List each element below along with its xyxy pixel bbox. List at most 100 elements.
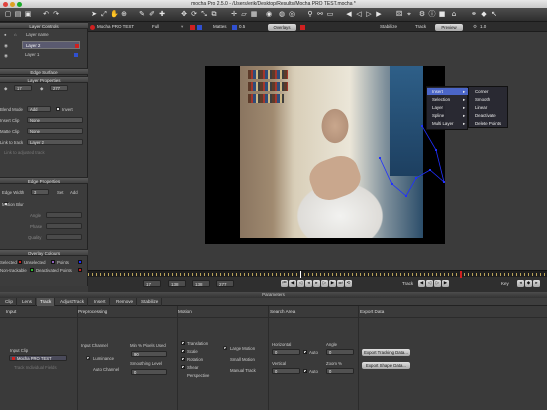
fps-value[interactable]: 1.0: [480, 23, 486, 31]
out-point-field[interactable]: 277: [50, 85, 68, 91]
prev-frame-icon[interactable]: ◁: [297, 280, 304, 287]
menu-item-multi-layer[interactable]: Multi Layer: [432, 121, 453, 126]
add-edge-button[interactable]: Add: [70, 190, 78, 195]
link-track-icon[interactable]: ⚭: [470, 10, 478, 19]
link-icon[interactable]: ⚲: [306, 10, 314, 19]
zoom-window-button[interactable]: [17, 1, 22, 7]
shear-checkbox[interactable]: ✕: [181, 365, 185, 370]
track-forward-frame-button[interactable]: ▷: [434, 280, 441, 287]
open-project-icon[interactable]: ▤: [14, 10, 22, 19]
mattes-toggle[interactable]: Mattes: [213, 23, 227, 31]
select-tool-icon[interactable]: ➤: [90, 10, 98, 19]
show-layer-icon[interactable]: ◉: [265, 10, 273, 19]
min-pixels-field[interactable]: 90: [131, 351, 167, 357]
tab-insert[interactable]: Insert: [91, 298, 110, 306]
overlay-toggle-icon[interactable]: ◍: [278, 10, 286, 19]
large-motion-radio[interactable]: [223, 346, 227, 350]
track-forward-button[interactable]: ▶: [442, 280, 449, 287]
menu-item-selection[interactable]: Selection: [432, 97, 450, 102]
track-backward-button[interactable]: ◀: [418, 280, 425, 287]
info-icon[interactable]: ⓘ: [428, 10, 436, 19]
submenu-item-smooth[interactable]: Smooth: [475, 97, 490, 102]
horizontal-field[interactable]: 0: [272, 349, 300, 355]
export-shape-data-button[interactable]: Export Shape Data...: [362, 362, 410, 369]
loop-icon[interactable]: ⟲: [345, 280, 352, 287]
smoothing-level-field[interactable]: 0: [131, 369, 167, 375]
eye-icon[interactable]: ◉: [4, 53, 8, 59]
scale-tool-icon[interactable]: ⤡: [200, 10, 208, 19]
blend-mode-select[interactable]: Add: [27, 106, 51, 112]
quality-field[interactable]: [46, 234, 82, 240]
add-keyframe-button[interactable]: ◆: [525, 280, 532, 287]
zoom-param-field[interactable]: 0: [326, 368, 354, 374]
menu-item-spline[interactable]: Spline: [432, 113, 444, 118]
tab-remove[interactable]: Remove: [113, 298, 138, 306]
playhead[interactable]: [300, 271, 301, 278]
submenu-item-deactivate[interactable]: Deactivate: [475, 113, 496, 118]
timeline-track[interactable]: [88, 270, 547, 278]
matte-clip-select[interactable]: None: [27, 128, 83, 134]
tab-stabilize[interactable]: Stabilize: [138, 298, 163, 306]
next-keyframe-button[interactable]: ▸: [533, 280, 540, 287]
submenu-item-linear[interactable]: Linear: [475, 105, 487, 110]
in-point-icon[interactable]: ◆: [4, 86, 7, 92]
unlink-icon[interactable]: ⚯: [316, 10, 324, 19]
move-tool-icon[interactable]: ✛: [230, 10, 238, 19]
close-window-button[interactable]: [3, 1, 8, 7]
overlay-colours-header[interactable]: Overlay Colours: [0, 249, 88, 256]
stabilize-view-toggle[interactable]: Stabilize: [380, 23, 397, 31]
clip-selector[interactable]: Mocha PRO TEST: [97, 23, 134, 31]
track-back-frame-button[interactable]: ◁: [426, 280, 433, 287]
timeline-current-field[interactable]: 138: [192, 280, 210, 287]
layer-row[interactable]: Layer 1: [22, 51, 80, 59]
scope-icon[interactable]: ⌖: [405, 10, 413, 19]
edge-width-field[interactable]: 3: [31, 189, 49, 195]
camera-icon[interactable]: ▭: [326, 10, 334, 19]
translation-checkbox[interactable]: ✕: [181, 341, 185, 346]
stabilize-icon[interactable]: ⚄: [395, 10, 403, 19]
matte-color-icon[interactable]: [232, 24, 237, 30]
out-marker[interactable]: [460, 271, 462, 278]
points-color-swatch[interactable]: [78, 260, 82, 264]
redo-icon[interactable]: ↷: [52, 10, 60, 19]
timeline-end-field[interactable]: 277: [216, 280, 234, 287]
layer-color-icon[interactable]: [74, 53, 78, 57]
menu-item-layer[interactable]: Layer: [432, 105, 443, 110]
set-edge-button[interactable]: Set: [57, 190, 63, 195]
next-frame-icon[interactable]: ▷: [321, 280, 328, 287]
angle-field[interactable]: [46, 212, 82, 218]
tab-lens[interactable]: Lens: [19, 298, 36, 306]
color-swatch-icon[interactable]: ■: [438, 10, 446, 19]
nontrackable-color-swatch[interactable]: [30, 268, 34, 272]
transform-tool-icon[interactable]: ✥: [180, 10, 188, 19]
next-key-icon[interactable]: ▶: [329, 280, 336, 287]
rotate-tool-icon[interactable]: ⟳: [190, 10, 198, 19]
settings-gear-icon[interactable]: ⚙: [473, 23, 477, 31]
prev-key-icon[interactable]: ◀: [289, 280, 296, 287]
overlay-mode-icon[interactable]: ◎: [288, 10, 296, 19]
add-point-icon[interactable]: ✚: [158, 10, 166, 19]
input-clip-select[interactable]: Mocha PRO TEST: [9, 355, 67, 361]
luminance-radio[interactable]: [86, 356, 90, 360]
create-bezier-icon[interactable]: ✐: [148, 10, 156, 19]
vertical-field[interactable]: 0: [272, 368, 300, 374]
cursor-icon[interactable]: ↖: [490, 10, 498, 19]
new-project-icon[interactable]: ▢: [4, 10, 12, 19]
track-backward-icon[interactable]: ◀: [345, 10, 353, 19]
phase-field[interactable]: [46, 223, 82, 229]
deactivated-points-swatch[interactable]: [78, 268, 82, 272]
track-individual-fields[interactable]: Track Individual Fields: [14, 365, 57, 370]
undo-icon[interactable]: ↶: [42, 10, 50, 19]
red-channel-icon[interactable]: [190, 24, 195, 30]
overlay-color-icon[interactable]: [300, 24, 305, 30]
overlays-button[interactable]: Overlays: [268, 23, 296, 31]
create-xspline-icon[interactable]: ✎: [138, 10, 146, 19]
zoom-tool-icon[interactable]: ⊕: [120, 10, 128, 19]
shear-tool-icon[interactable]: ⧉: [210, 10, 218, 19]
settings-icon[interactable]: ⚙: [418, 10, 426, 19]
lock-icon[interactable]: ⌂: [450, 10, 458, 19]
layer-color-icon[interactable]: [75, 44, 79, 48]
timeline-in-field[interactable]: 17: [143, 280, 161, 287]
play-backward-icon[interactable]: ◂: [305, 280, 312, 287]
unselected-color-swatch[interactable]: [51, 260, 55, 264]
